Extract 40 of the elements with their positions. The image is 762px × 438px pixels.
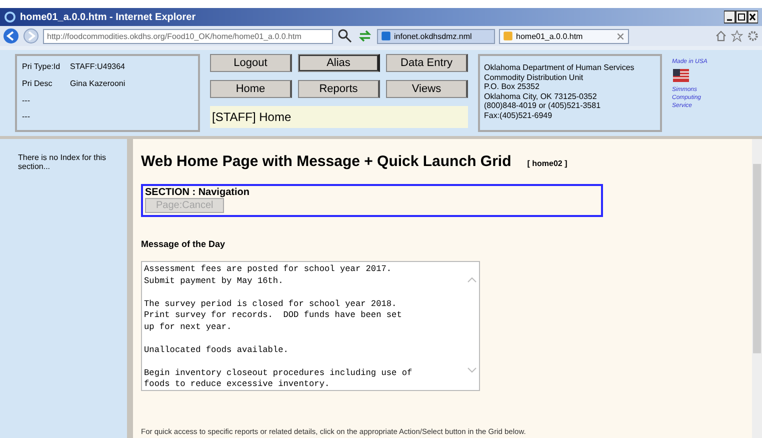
address-line: (800)848-4019 or (405)521-3581	[484, 101, 602, 110]
message-box[interactable]	[141, 261, 480, 391]
message-text: Assessment fees are posted for school year 2017. Submit payment by May 16th. The survey period is closed for school year 2018. Print survey for records. DOD funds have been set up for next year. Unallocated foods available. Begin inventory closeout procedures including use of foods to reduce excessive inventory.	[143, 263, 414, 390]
page-code: [ home02 ]	[527, 159, 568, 168]
address-line: Oklahoma Department of Human Services	[484, 63, 636, 72]
scrollbar[interactable]	[752, 139, 762, 438]
info-label: ---	[22, 96, 31, 106]
info-value: Gina Kazerooni	[70, 78, 126, 90]
page-label: [STAFF] Home	[210, 106, 468, 128]
address-line: Commodity Distribution Unit	[484, 72, 584, 82]
address-line: P.O. Box 25352	[484, 82, 540, 92]
nav-button[interactable]: Views	[386, 80, 468, 98]
back-icon[interactable]	[3, 28, 19, 44]
flag-icon	[672, 68, 690, 84]
sidebar-note: There is no Index for this section...	[18, 153, 108, 171]
address-line: Fax:(405)521-6949	[484, 110, 554, 120]
section-title: SECTION : Navigation	[145, 187, 250, 198]
window-controls-icon[interactable]	[724, 10, 758, 24]
forward-icon[interactable]	[23, 28, 39, 44]
search-icon[interactable]	[337, 28, 353, 44]
info-label: ---	[22, 112, 31, 124]
settings-icon[interactable]	[747, 30, 759, 42]
nav-button[interactable]: Reports	[298, 80, 380, 98]
close-icon[interactable]	[616, 32, 625, 40]
info-label: Pri Desc	[22, 78, 54, 90]
motd-heading: Message of the Day	[141, 239, 226, 249]
address-bar[interactable]: http://foodcommodities.okdhs.org/Food10_OK/home/home01_a.0.0.htm	[43, 28, 333, 44]
browser-tab[interactable]: infonet.okdhsdmz.nml	[377, 28, 495, 44]
page-title: Web Home Page with Message + Quick Launch Grid	[141, 153, 512, 170]
window-title: home01_a.0.0.htm - Internet Explorer	[20, 12, 197, 22]
browser-tab[interactable]: home01_a.0.0.htm	[499, 28, 629, 44]
nav-button[interactable]: Home	[210, 80, 292, 98]
nav-button[interactable]: Data Entry	[386, 54, 468, 72]
home-icon[interactable]	[715, 30, 727, 42]
nav-button[interactable]: Logout	[210, 54, 292, 72]
nav-button[interactable]: Alias	[298, 54, 380, 72]
star-icon[interactable]	[731, 30, 743, 42]
info-value: STAFF:U49364	[70, 62, 125, 73]
address-line: Oklahoma City, OK 73125-0352	[484, 92, 598, 101]
info-label: Pri Type:Id	[22, 62, 62, 73]
